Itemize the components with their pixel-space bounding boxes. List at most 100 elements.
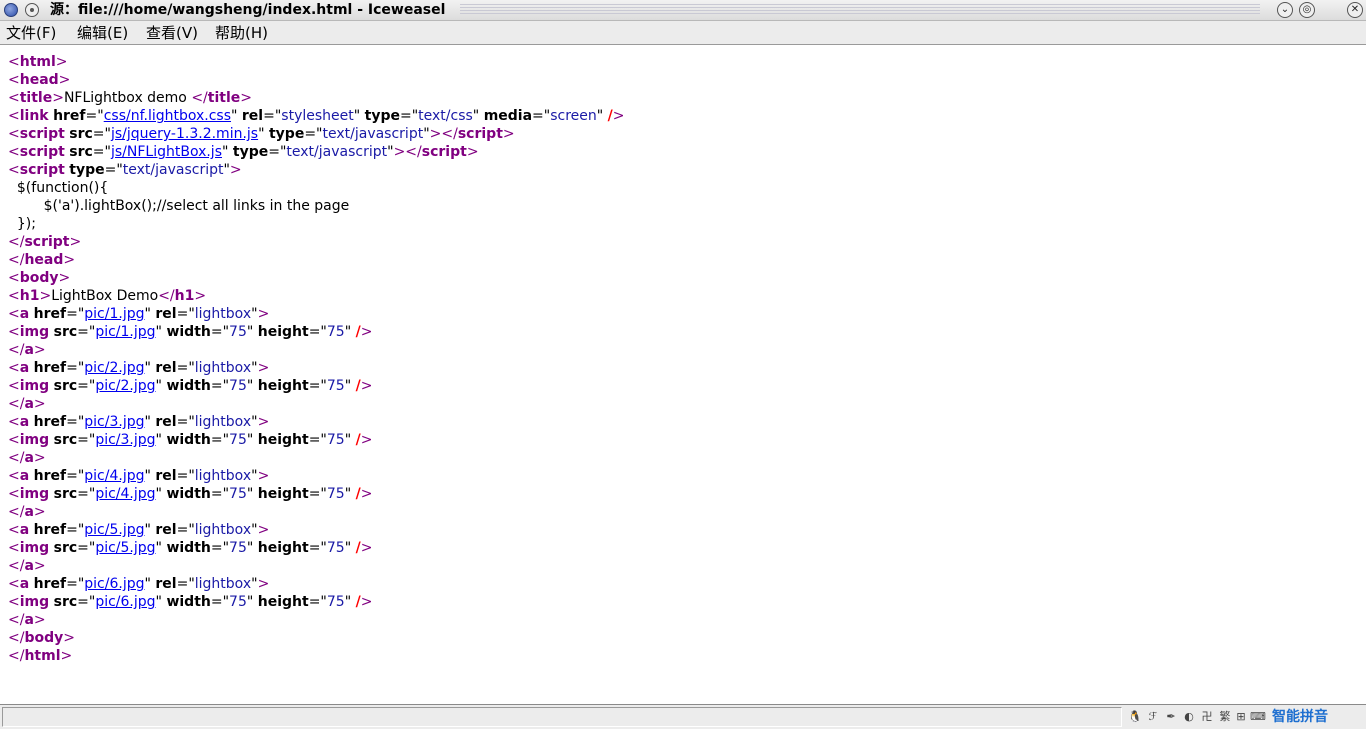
attribute-name: type <box>69 162 105 178</box>
attribute-value: 75 <box>229 432 247 448</box>
attribute-name: type <box>364 108 400 124</box>
maximize-icon[interactable]: ◎ <box>1299 2 1315 18</box>
source-line: </html> <box>8 647 1358 665</box>
minimize-icon[interactable]: ⌄ <box>1277 2 1293 18</box>
attribute-value: lightbox <box>194 576 252 592</box>
window-menu-icon[interactable] <box>25 3 39 17</box>
input-mode-icon[interactable]: ℱ <box>1146 710 1160 724</box>
source-text: =" <box>176 576 195 592</box>
source-link[interactable]: pic/4.jpg <box>95 486 155 502</box>
source-text: " <box>344 432 356 448</box>
tag-name: body <box>19 270 59 286</box>
tag-bracket: > <box>360 378 373 394</box>
tag-bracket: </ <box>8 342 25 358</box>
source-text: " <box>155 594 167 610</box>
source-text: " <box>144 360 156 376</box>
source-link[interactable]: js/NFLightBox.js <box>111 144 222 160</box>
keyboard-icon[interactable]: ⌨ <box>1250 710 1266 724</box>
source-line: <img src="pic/5.jpg" width="75" height="… <box>8 539 1358 557</box>
attribute-name: rel <box>155 414 177 430</box>
attribute-name: width <box>166 378 211 394</box>
menu-help[interactable]: 帮助(H) <box>215 23 268 43</box>
source-link[interactable]: pic/5.jpg <box>95 540 155 556</box>
source-text: =" <box>66 414 85 430</box>
tag-name: html <box>19 54 56 70</box>
source-text: =" <box>85 108 104 124</box>
source-link[interactable]: pic/1.jpg <box>95 324 155 340</box>
attribute-value: text/javascript <box>122 162 224 178</box>
soft-keyboard-icon[interactable]: ⊞ <box>1234 710 1248 724</box>
close-icon[interactable]: ✕ <box>1347 2 1363 18</box>
tag-bracket: ></ <box>393 144 422 160</box>
source-text: =" <box>77 324 96 340</box>
source-text: " <box>344 324 356 340</box>
attribute-name: src <box>53 378 78 394</box>
tag-bracket: > <box>58 72 71 88</box>
source-text: " <box>344 486 356 502</box>
iceweasel-logo-icon[interactable] <box>4 3 18 17</box>
tag-name: script <box>457 126 503 142</box>
feather-icon[interactable]: ✒ <box>1164 710 1178 724</box>
punctuation-icon[interactable]: 卍 <box>1200 710 1214 724</box>
tag-bracket: < <box>8 162 20 178</box>
tag-bracket: < <box>8 126 20 142</box>
attribute-value: text/javascript <box>322 126 424 142</box>
attribute-name: type <box>268 126 305 142</box>
source-link[interactable]: pic/3.jpg <box>95 432 155 448</box>
source-text: " <box>344 594 356 610</box>
menu-edit[interactable]: 编辑(E) <box>77 23 128 43</box>
source-text: =" <box>532 108 551 124</box>
tag-bracket: > <box>60 648 73 664</box>
attribute-value: 75 <box>326 378 345 394</box>
source-link[interactable]: pic/4.jpg <box>84 468 144 484</box>
traditional-chinese-icon[interactable]: 繁 <box>1218 710 1232 724</box>
tag-bracket: < <box>8 288 20 304</box>
attribute-name: height <box>257 540 309 556</box>
source-line: <script src="js/jquery-1.3.2.min.js" typ… <box>8 125 1358 143</box>
source-line: </a> <box>8 395 1358 413</box>
attribute-name: rel <box>155 360 177 376</box>
half-width-icon[interactable]: ◐ <box>1182 710 1196 724</box>
tag-bracket: > <box>33 342 46 358</box>
source-link[interactable]: js/jquery-1.3.2.min.js <box>111 126 258 142</box>
tag-bracket: < <box>8 414 20 430</box>
tag-bracket: > <box>257 306 270 322</box>
source-line: <img src="pic/1.jpg" width="75" height="… <box>8 323 1358 341</box>
source-link[interactable]: pic/6.jpg <box>95 594 155 610</box>
source-link[interactable]: pic/6.jpg <box>84 576 144 592</box>
source-text: " <box>155 486 167 502</box>
tag-bracket: > <box>55 54 68 70</box>
attribute-value: 75 <box>229 594 247 610</box>
attribute-name: rel <box>155 468 177 484</box>
tag-bracket: < <box>8 432 20 448</box>
menu-view[interactable]: 查看(V) <box>146 23 198 43</box>
source-text: =" <box>92 144 111 160</box>
source-line: <link href="css/nf.lightbox.css" rel="st… <box>8 107 1358 125</box>
tag-bracket: < <box>8 324 20 340</box>
tag-name: img <box>19 540 50 556</box>
source-link[interactable]: pic/5.jpg <box>84 522 144 538</box>
source-link[interactable]: pic/2.jpg <box>95 378 155 394</box>
source-link[interactable]: pic/3.jpg <box>84 414 144 430</box>
source-text: $(function(){ <box>8 180 109 196</box>
source-text: NFLightbox demo <box>63 90 192 106</box>
source-link[interactable]: css/nf.lightbox.css <box>104 108 231 124</box>
source-text: =" <box>304 126 323 142</box>
source-text: =" <box>176 522 195 538</box>
tag-name: script <box>24 234 70 250</box>
tux-icon[interactable]: 🐧 <box>1128 710 1142 724</box>
source-text: =" <box>210 540 230 556</box>
tag-name: title <box>207 90 241 106</box>
source-line: <a href="pic/2.jpg" rel="lightbox"> <box>8 359 1358 377</box>
ime-name[interactable]: 智能拼音 <box>1272 709 1328 725</box>
source-link[interactable]: pic/2.jpg <box>84 360 144 376</box>
source-link[interactable]: pic/1.jpg <box>84 306 144 322</box>
tag-bracket: ></ <box>429 126 458 142</box>
source-text: " <box>155 540 167 556</box>
tag-bracket: > <box>229 162 242 178</box>
tag-name: head <box>19 72 59 88</box>
source-text: " <box>246 324 258 340</box>
source-text: " <box>144 576 156 592</box>
menu-file[interactable]: 文件(F) <box>6 23 56 43</box>
source-text: =" <box>210 432 230 448</box>
